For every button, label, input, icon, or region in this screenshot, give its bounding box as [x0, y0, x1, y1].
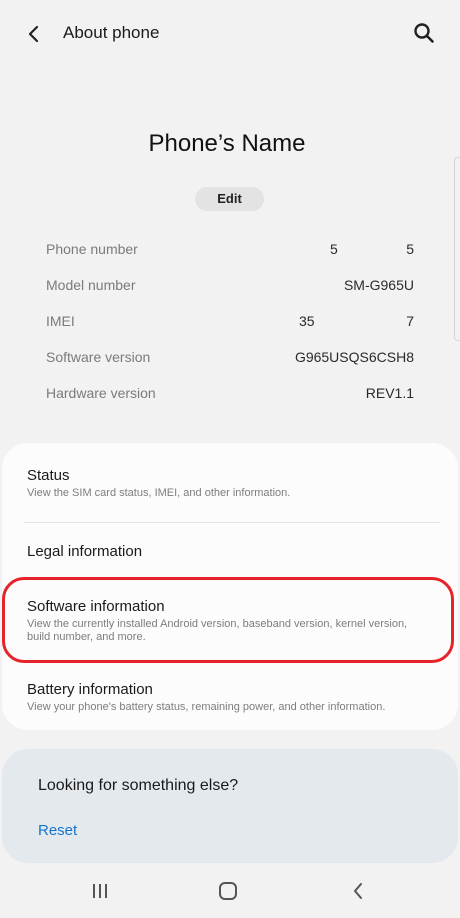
menu-item-title: Status: [27, 467, 70, 484]
suggestion-card: Looking for something else? Reset: [2, 749, 458, 863]
edit-name-button[interactable]: Edit: [195, 187, 264, 211]
suggestion-title: Looking for something else?: [38, 777, 239, 794]
menu-item-legal-information[interactable]: Legal information: [2, 523, 458, 578]
info-value-part: 35: [299, 313, 315, 329]
search-icon[interactable]: [410, 19, 438, 47]
navigation-bar: [0, 863, 460, 918]
info-row-phone-number: Phone number 5 5: [46, 241, 414, 261]
info-value-part: 5: [406, 241, 414, 257]
info-label: IMEI: [46, 313, 75, 329]
menu-item-subtitle: View the currently installed Android ver…: [27, 618, 408, 643]
info-row-imei: IMEI 35 7: [46, 313, 414, 333]
scroll-indicator[interactable]: [454, 157, 460, 341]
menu-item-software-information[interactable]: Software information View the currently …: [2, 578, 458, 663]
menu-item-battery-information[interactable]: Battery information View your phone's ba…: [2, 663, 458, 730]
page-title: About phone: [63, 23, 160, 42]
menu-item-title: Software information: [27, 598, 165, 615]
info-value: G965USQS6CSH8: [294, 349, 414, 365]
back-arrow-icon[interactable]: [20, 20, 48, 48]
settings-card: Status View the SIM card status, IMEI, a…: [2, 443, 458, 730]
menu-item-subtitle: View your phone's battery status, remain…: [27, 701, 386, 713]
info-row-model-number: Model number SM-G965U: [46, 277, 414, 297]
home-icon[interactable]: [214, 877, 242, 905]
menu-item-title: Legal information: [27, 543, 143, 560]
back-icon[interactable]: [344, 877, 372, 905]
info-row-hardware-version: Hardware version REV1.1: [46, 385, 414, 405]
info-value-part: 7: [406, 313, 414, 329]
info-value: REV1.1: [365, 385, 414, 401]
recents-icon[interactable]: [86, 877, 114, 905]
device-name: Phone’s Name: [148, 130, 306, 157]
reset-link[interactable]: Reset: [38, 822, 77, 839]
menu-item-status[interactable]: Status View the SIM card status, IMEI, a…: [2, 443, 458, 522]
info-row-software-version: Software version G965USQS6CSH8: [46, 349, 414, 369]
info-label: Software version: [46, 349, 151, 365]
info-label: Phone number: [46, 241, 138, 257]
info-label: Model number: [46, 277, 136, 293]
menu-item-subtitle: View the SIM card status, IMEI, and othe…: [27, 487, 291, 499]
info-value: SM-G965U: [343, 277, 414, 293]
info-value-part: 5: [330, 241, 338, 257]
menu-item-title: Battery information: [27, 681, 153, 698]
info-label: Hardware version: [46, 385, 156, 401]
app-header: About phone: [0, 0, 460, 68]
